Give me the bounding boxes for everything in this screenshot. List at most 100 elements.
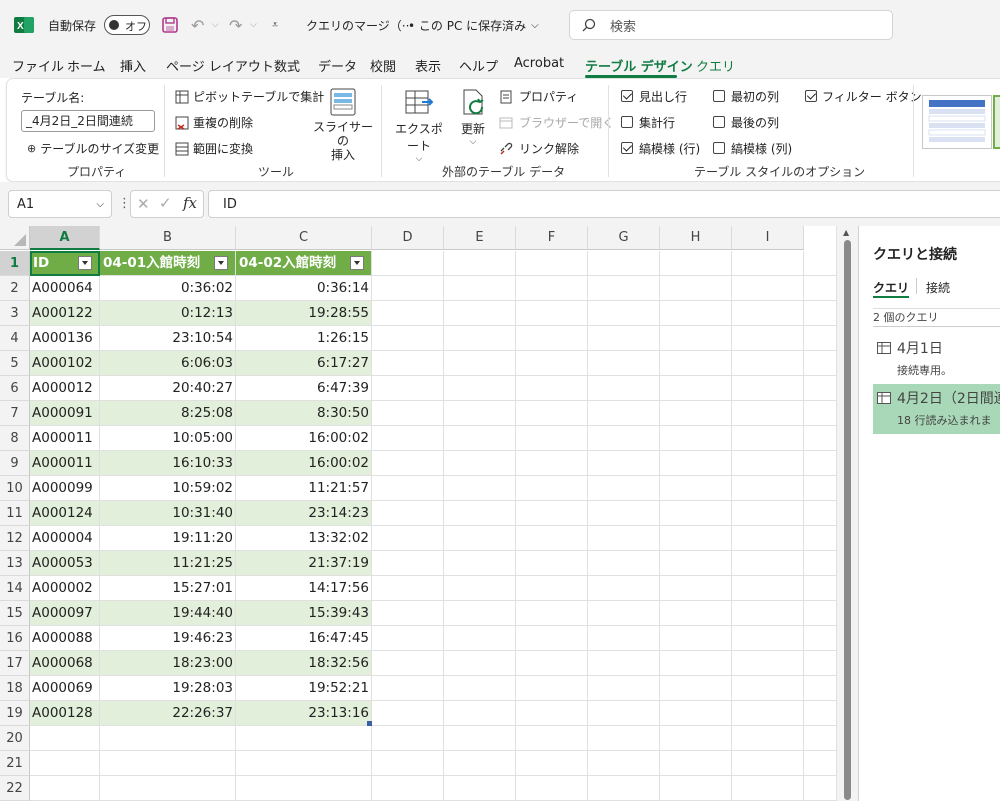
cell[interactable] (804, 601, 836, 626)
column-header-f[interactable]: F (516, 226, 588, 250)
cell[interactable] (372, 501, 444, 526)
cell[interactable] (804, 451, 836, 476)
table-cell[interactable]: 20:40:27 (100, 376, 236, 401)
table-cell[interactable]: A000068 (30, 651, 100, 676)
cell[interactable] (372, 751, 444, 776)
cell[interactable] (588, 676, 660, 701)
cell[interactable] (516, 751, 588, 776)
cell[interactable] (732, 626, 804, 651)
cell[interactable] (372, 651, 444, 676)
cell[interactable] (732, 776, 804, 801)
cell[interactable] (444, 501, 516, 526)
cell[interactable] (372, 251, 444, 276)
cancel-icon[interactable]: ✕ (137, 195, 150, 213)
cell[interactable] (372, 726, 444, 751)
row-header-11[interactable]: 11 (0, 501, 30, 526)
cell[interactable] (372, 301, 444, 326)
insert-slicer-button[interactable]: スライサーの 挿入 (313, 87, 373, 162)
cell[interactable] (516, 501, 588, 526)
cell[interactable] (804, 326, 836, 351)
cell[interactable] (732, 326, 804, 351)
cell[interactable] (732, 476, 804, 501)
table-cell[interactable]: 16:47:45 (236, 626, 372, 651)
cell[interactable] (236, 726, 372, 751)
cell[interactable] (732, 501, 804, 526)
cell[interactable] (516, 676, 588, 701)
table-cell[interactable]: A000004 (30, 526, 100, 551)
cell[interactable] (660, 576, 732, 601)
cell[interactable] (660, 626, 732, 651)
table-cell[interactable]: 14:17:56 (236, 576, 372, 601)
select-all-corner[interactable] (0, 226, 30, 250)
cell[interactable] (30, 726, 100, 751)
cell[interactable] (660, 401, 732, 426)
table-cell[interactable]: A000136 (30, 326, 100, 351)
header-row-checkbox[interactable] (621, 90, 633, 102)
cell[interactable] (588, 526, 660, 551)
cell[interactable] (516, 701, 588, 726)
table-cell[interactable]: 11:21:57 (236, 476, 372, 501)
row-header-14[interactable]: 14 (0, 576, 30, 601)
cell[interactable] (372, 376, 444, 401)
table-cell[interactable]: 6:47:39 (236, 376, 372, 401)
save-status[interactable]: • この PC に保存済み ⌵ (408, 0, 539, 50)
open-in-browser-button[interactable]: ブラウザーで開く (499, 114, 614, 131)
table-cell[interactable]: 22:26:37 (100, 701, 236, 726)
cell[interactable] (444, 276, 516, 301)
cell[interactable] (444, 476, 516, 501)
cell[interactable] (516, 776, 588, 801)
table-cell[interactable]: 23:10:54 (100, 326, 236, 351)
row-header-3[interactable]: 3 (0, 301, 30, 326)
cell[interactable] (372, 451, 444, 476)
table-cell[interactable]: A000097 (30, 601, 100, 626)
tab-query[interactable]: クエリ (696, 56, 735, 75)
cell[interactable] (100, 726, 236, 751)
cell[interactable] (236, 776, 372, 801)
column-header-i[interactable]: I (732, 226, 804, 250)
search-box[interactable]: 検索 (569, 10, 893, 40)
cell[interactable] (444, 701, 516, 726)
row-header-7[interactable]: 7 (0, 401, 30, 426)
cell[interactable] (732, 301, 804, 326)
tab-data[interactable]: データ (318, 56, 357, 75)
table-cell[interactable]: A000012 (30, 376, 100, 401)
cell[interactable] (372, 276, 444, 301)
cell[interactable] (516, 451, 588, 476)
column-header-b[interactable]: B (100, 226, 236, 250)
customize-qat-icon[interactable]: ⩡ (272, 0, 278, 50)
table-cell[interactable]: A000011 (30, 426, 100, 451)
convert-to-range-button[interactable]: 範囲に変換 (175, 140, 253, 157)
refresh-button[interactable]: 更新 ⌵ (453, 87, 493, 147)
table-cell[interactable]: A000088 (30, 626, 100, 651)
cell[interactable] (516, 376, 588, 401)
cell[interactable] (732, 751, 804, 776)
cell[interactable] (516, 651, 588, 676)
insert-function-button[interactable]: fx (183, 194, 197, 212)
cell[interactable] (588, 501, 660, 526)
save-icon[interactable] (162, 0, 178, 50)
table-cell[interactable]: 6:17:27 (236, 351, 372, 376)
cell[interactable] (444, 651, 516, 676)
row-header-4[interactable]: 4 (0, 326, 30, 351)
table-cell[interactable]: 10:59:02 (100, 476, 236, 501)
cell[interactable] (588, 251, 660, 276)
cell[interactable] (660, 451, 732, 476)
cell[interactable] (804, 376, 836, 401)
scrollbar-thumb[interactable] (844, 240, 851, 800)
cell[interactable] (732, 451, 804, 476)
cell[interactable] (588, 751, 660, 776)
cell[interactable] (236, 751, 372, 776)
table-cell[interactable]: A000064 (30, 276, 100, 301)
cell[interactable] (372, 351, 444, 376)
cell[interactable] (372, 526, 444, 551)
cell[interactable] (660, 701, 732, 726)
row-header-12[interactable]: 12 (0, 526, 30, 551)
table-header-cell[interactable]: 04-01入館時刻 (100, 251, 236, 276)
cell[interactable] (516, 301, 588, 326)
cell[interactable] (588, 401, 660, 426)
table-cell[interactable]: 23:14:23 (236, 501, 372, 526)
scroll-up-icon[interactable]: ▲ (843, 228, 849, 237)
table-cell[interactable]: 19:44:40 (100, 601, 236, 626)
cell[interactable] (804, 776, 836, 801)
cell[interactable] (516, 601, 588, 626)
